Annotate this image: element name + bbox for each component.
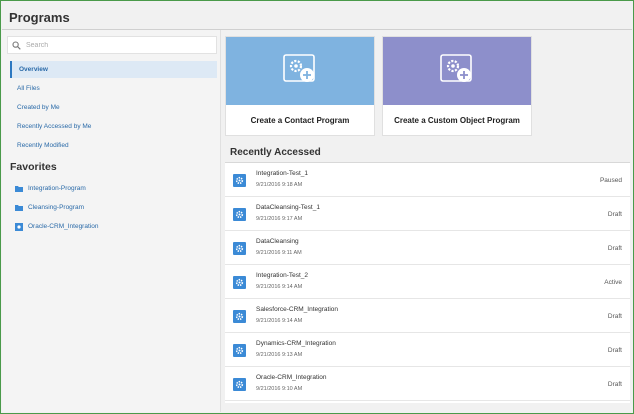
nav-item-recently-accessed[interactable]: Recently Accessed by Me <box>10 118 217 135</box>
program-name: DataCleansing <box>256 238 299 245</box>
folder-icon <box>15 204 23 211</box>
status-badge: Draft <box>607 381 622 388</box>
card-label: Create a Custom Object Program <box>394 115 520 125</box>
nav-item-all-files[interactable]: All Files <box>10 80 217 97</box>
status-badge: Draft <box>607 211 622 218</box>
program-icon <box>233 242 246 255</box>
program-date: 9/21/2016 9:11 AM <box>256 250 302 256</box>
favorite-item[interactable]: Cleansing-Program <box>15 201 84 213</box>
favorite-item-label: Oracle-CRM_Integration <box>28 222 99 230</box>
search-icon <box>12 40 21 50</box>
nav-item-created-by-me[interactable]: Created by Me <box>10 99 217 116</box>
program-name: Dynamics-CRM_Integration <box>256 340 336 347</box>
card-banner <box>383 37 531 105</box>
program-date: 9/21/2016 9:13 AM <box>256 352 303 358</box>
program-date: 9/21/2016 9:17 AM <box>256 216 303 222</box>
program-date: 9/21/2016 9:10 AM <box>256 386 303 392</box>
status-badge: Draft <box>607 313 622 320</box>
card-label: Create a Contact Program <box>250 115 350 125</box>
card-banner <box>226 37 374 105</box>
program-icon <box>233 208 246 221</box>
program-name: Integration-Test_1 <box>256 170 309 177</box>
gear-plus-icon <box>283 53 317 89</box>
list-item[interactable]: Integration-Test_1 9/21/2016 9:18 AM Pau… <box>225 163 630 197</box>
program-icon <box>233 344 246 357</box>
list-item[interactable]: Oracle-CRM_Integration 9/21/2016 9:10 AM… <box>225 367 630 401</box>
program-date: 9/21/2016 9:14 AM <box>256 284 303 290</box>
program-date: 9/21/2016 9:18 AM <box>256 182 303 188</box>
recently-accessed-title: Recently Accessed <box>230 147 321 158</box>
favorite-item-label: Integration-Program <box>28 184 86 192</box>
create-custom-object-program-card[interactable]: Create a Custom Object Program <box>382 36 532 136</box>
favorites-title: Favorites <box>10 161 57 173</box>
program-icon <box>233 174 246 187</box>
program-date: 9/21/2016 9:14 AM <box>256 318 303 324</box>
app-window: Programs Overview All Files Created by M… <box>0 0 634 414</box>
program-name: DataCleansing-Test_1 <box>256 204 320 211</box>
gear-plus-icon <box>440 53 474 89</box>
program-name: Integration-Test_2 <box>256 272 309 279</box>
list-item[interactable]: Dynamics-CRM_Integration 9/21/2016 9:13 … <box>225 333 630 367</box>
program-icon <box>233 310 246 323</box>
nav-item-recently-modified[interactable]: Recently Modified <box>10 137 217 154</box>
folder-icon <box>15 185 23 192</box>
nav-item-overview[interactable]: Overview <box>10 61 217 78</box>
favorite-item[interactable]: Oracle-CRM_Integration <box>15 220 98 232</box>
program-icon <box>233 276 246 289</box>
list-item[interactable]: Integration-Test_2 9/21/2016 9:14 AM Act… <box>225 265 630 299</box>
recent-list: Integration-Test_1 9/21/2016 9:18 AM Pau… <box>225 163 630 403</box>
program-name: Salesforce-CRM_Integration <box>256 306 339 313</box>
program-icon <box>233 378 246 391</box>
program-name: Oracle-CRM_Integration <box>256 374 327 381</box>
status-badge: Draft <box>607 245 622 252</box>
status-badge: Paused <box>599 177 622 184</box>
sidebar: Overview All Files Created by Me Recentl… <box>2 30 221 412</box>
search-input[interactable] <box>26 41 206 49</box>
page-title: Programs <box>9 10 70 25</box>
program-icon <box>15 222 23 231</box>
favorite-item-label: Cleansing-Program <box>28 203 84 211</box>
list-item[interactable]: Salesforce-CRM_Integration 9/21/2016 9:1… <box>225 299 630 333</box>
list-item[interactable]: DataCleansing-Test_1 9/21/2016 9:17 AM D… <box>225 197 630 231</box>
status-badge: Draft <box>607 347 622 354</box>
create-contact-program-card[interactable]: Create a Contact Program <box>225 36 375 136</box>
search-box[interactable] <box>7 36 217 54</box>
status-badge: Active <box>604 279 622 286</box>
list-item[interactable]: DataCleansing 9/21/2016 9:11 AM Draft <box>225 231 630 265</box>
favorite-item[interactable]: Integration-Program <box>15 182 86 194</box>
